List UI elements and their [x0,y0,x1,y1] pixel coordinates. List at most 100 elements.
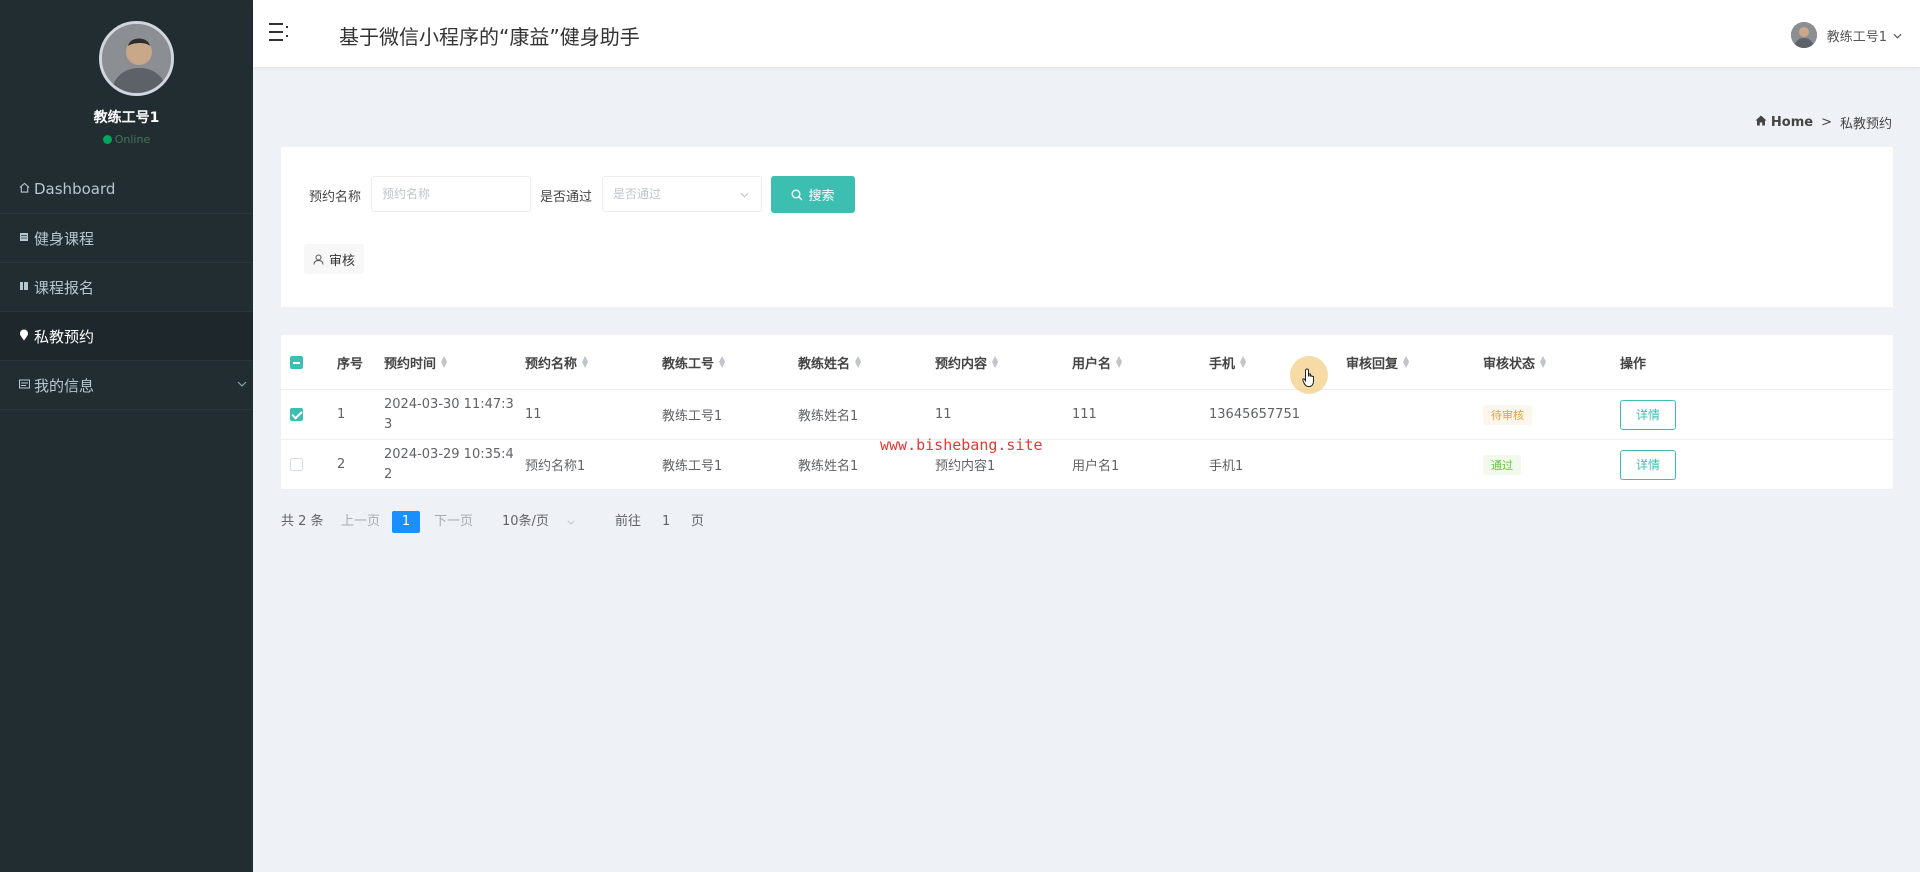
cell-phone: 13645657751 [1209,407,1300,422]
avatar [99,21,174,96]
sort-icon[interactable]: ▲ ▼ [1240,355,1246,369]
table-row: 1 2024-03-30 11:47:3 3 11 教练工号1 教练姓名1 11… [281,390,1893,440]
hand-pointer-icon [1302,368,1318,393]
cell-content: 11 [935,407,952,422]
cell-username: 用户名1 [1072,459,1120,474]
sort-icon[interactable]: ▲ ▼ [1540,355,1546,369]
booking-name-input[interactable]: 预约名称 [371,176,531,212]
cell-phone: 手机1 [1209,459,1244,474]
cell-time-line1: 2024-03-30 11:47:3 [384,396,514,412]
sort-icon[interactable]: ▲ ▼ [719,355,725,369]
col-time[interactable]: 预约时间 ▲ ▼ [384,335,447,389]
row-checkbox[interactable] [290,458,303,471]
sort-icon[interactable]: ▲ ▼ [582,355,588,369]
goto-suffix: 页 [691,514,705,529]
sidebar-menu: Dashboard 健身课程 课程报名 私教预约 我的信息 [0,165,253,410]
sidebar-item-course-enrollment[interactable]: 课程报名 [0,263,253,312]
pass-filter-select[interactable]: 是否通过 [602,176,762,212]
breadcrumb: Home > 私教预约 [1755,113,1892,132]
breadcrumb-current: 私教预约 [1839,117,1892,132]
book-icon [17,280,31,294]
breadcrumb-separator: > [1821,115,1832,130]
breadcrumb-home-label: Home [1770,115,1814,130]
sort-icon[interactable]: ▲ ▼ [1403,355,1409,369]
goto-label: 前往 [615,514,642,529]
sidebar-item-private-booking[interactable]: 私教预约 [0,312,253,361]
sort-icon[interactable]: ▲ ▼ [441,355,447,369]
breadcrumb-home[interactable]: Home [1755,115,1813,130]
page-size-select[interactable]: 10条/页 [502,510,575,534]
cell-time: 2024-03-29 10:35:4 2 [384,440,514,489]
col-label: 操作 [1620,356,1647,372]
cell-time: 2024-03-30 11:47:3 3 [384,390,514,439]
sidebar-item-my-info[interactable]: 我的信息 [0,361,253,410]
status-badge: 通过 [1483,454,1521,475]
pass-filter-label: 是否通过 [540,190,593,205]
cell-coach-name: 教练姓名1 [798,459,859,474]
col-booking-name[interactable]: 预约名称 ▲ ▼ [525,335,588,389]
booking-name-label: 预约名称 [309,190,362,205]
search-button-label: 搜索 [808,189,835,204]
col-phone[interactable]: 手机 ▲ ▼ [1209,335,1246,389]
card-icon [17,378,31,392]
top-header: 基于微信小程序的“康益”健身助手 教练工号1 [253,0,1920,67]
search-icon [791,189,803,201]
cell-index: 1 [337,407,346,422]
chevron-down-icon [567,514,575,529]
cell-time-line2: 3 [384,416,393,432]
select-all-checkbox[interactable] [290,355,303,369]
online-status: Online [0,133,253,146]
status-dot-icon [102,135,112,144]
cell-booking-name: 预约名称1 [525,459,586,474]
select-all-cell [290,335,303,389]
col-actions: 操作 [1620,335,1646,389]
chevron-down-icon [1893,28,1902,43]
page-number-current[interactable]: 1 [392,511,420,533]
col-reply[interactable]: 审核回复 ▲ ▼ [1346,335,1409,389]
cell-coach-id: 教练工号1 [662,459,723,474]
prev-page-button[interactable]: 上一页 [341,510,380,534]
col-label: 预约内容 [935,356,988,372]
sidebar-item-label: 课程报名 [34,278,95,297]
audit-button[interactable]: 审核 [304,244,364,274]
col-label: 审核回复 [1346,356,1399,372]
sidebar-item-fitness-courses[interactable]: 健身课程 [0,214,253,263]
col-label: 教练姓名 [798,356,851,372]
sidebar-item-label: Dashboard [34,180,116,198]
status-badge: 待审核 [1483,404,1532,425]
col-username[interactable]: 用户名 ▲ ▼ [1072,335,1122,389]
col-coach-id[interactable]: 教练工号 ▲ ▼ [662,335,725,389]
search-panel: 预约名称 预约名称 是否通过 是否通过 搜索 审核 [281,147,1893,307]
pass-filter-placeholder: 是否通过 [613,187,662,201]
detail-button[interactable]: 详情 [1620,449,1676,480]
goto-page-input[interactable]: 1 [662,510,670,534]
col-content[interactable]: 预约内容 ▲ ▼ [935,335,998,389]
home-icon [17,182,31,196]
list-icon [17,231,31,245]
search-button[interactable]: 搜索 [771,176,855,213]
sidebar-user-name: 教练工号1 [93,110,160,126]
col-status[interactable]: 审核状态 ▲ ▼ [1483,335,1546,389]
audit-button-label: 审核 [328,253,355,269]
page-size-value: 10条/页 [502,514,549,529]
col-coach-name[interactable]: 教练姓名 ▲ ▼ [798,335,861,389]
row-checkbox[interactable] [290,408,303,421]
sort-icon[interactable]: ▲ ▼ [992,355,998,369]
header-user-menu[interactable]: 教练工号1 [1790,22,1902,48]
sidebar: 教练工号1 Online Dashboard 健身课程 课程报名 私教预约 我的… [0,0,253,872]
sidebar-item-label: 健身课程 [34,229,95,248]
sidebar-item-label: 我的信息 [34,376,95,395]
menu-toggle-icon[interactable] [269,22,291,42]
col-label: 教练工号 [662,356,715,372]
watermark-text: www.bishebang.site [880,436,1043,454]
cell-booking-name: 11 [525,407,542,422]
sidebar-item-dashboard[interactable]: Dashboard [0,165,253,214]
pagination-total: 共 2 条 [281,514,324,529]
sort-icon[interactable]: ▲ ▼ [855,355,861,369]
sort-icon[interactable]: ▲ ▼ [1116,355,1122,369]
location-pin-icon [17,329,31,344]
col-index: 序号 [337,335,363,389]
detail-button[interactable]: 详情 [1620,399,1676,430]
next-page-button[interactable]: 下一页 [434,510,473,534]
chevron-down-icon [237,377,247,390]
